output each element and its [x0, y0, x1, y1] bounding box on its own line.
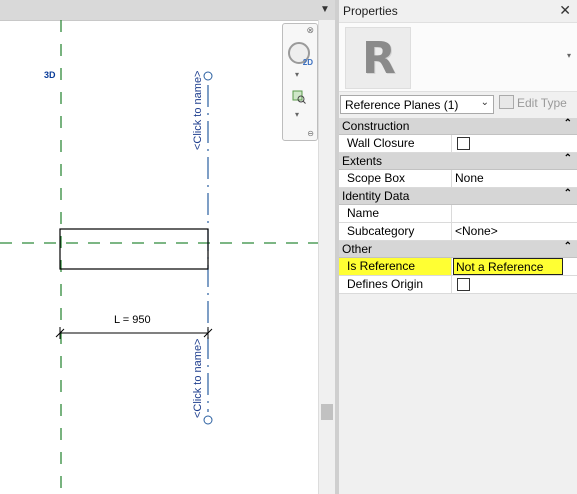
wall-closure-checkbox-cell[interactable]	[453, 135, 563, 152]
edit-type-label: Edit Type	[517, 96, 567, 110]
wall-closure-checkbox[interactable]	[457, 137, 470, 150]
scope-box-value[interactable]: None	[453, 170, 563, 187]
section-label: Construction	[342, 119, 410, 133]
property-row-defines-origin: Defines Origin	[339, 276, 577, 294]
navbar-close-icon[interactable]: ⊗	[306, 25, 314, 36]
subcategory-value[interactable]: <None>	[453, 223, 563, 240]
collapse-icon[interactable]: ⌃	[564, 188, 572, 199]
is-reference-value[interactable]: Not a Reference	[453, 258, 563, 275]
view-3d-label: 3D	[44, 70, 56, 80]
reference-plane-end-top	[203, 71, 213, 81]
property-name: Scope Box	[339, 170, 452, 187]
close-icon[interactable]: ✕	[559, 2, 571, 19]
reference-plane-name-bottom[interactable]: <Click to name>	[192, 339, 204, 418]
property-row-wall-closure: Wall Closure	[339, 135, 577, 153]
property-row-subcategory: Subcategory <None>	[339, 223, 577, 241]
property-name: Subcategory	[339, 223, 452, 240]
property-row-scope-box: Scope Box None	[339, 170, 577, 188]
name-field[interactable]	[453, 205, 563, 222]
properties-grid: Construction ⌃ Wall Closure Extents ⌃ Sc…	[339, 118, 577, 294]
defines-origin-checkbox-cell[interactable]	[453, 276, 563, 293]
steering-wheel-2d-badge: 2D	[302, 58, 313, 67]
drawing-area[interactable]	[0, 20, 318, 494]
canvas-menu-icon[interactable]: ▼	[319, 3, 331, 17]
section-label: Other	[342, 242, 373, 256]
defines-origin-checkbox[interactable]	[457, 278, 470, 291]
zoom-icon[interactable]	[292, 90, 306, 104]
chevron-down-icon[interactable]: ▾	[567, 51, 571, 60]
dimension-label[interactable]: L = 950	[114, 314, 151, 326]
section-construction[interactable]: Construction ⌃	[339, 118, 577, 135]
section-extents[interactable]: Extents ⌃	[339, 153, 577, 170]
edit-type-icon	[499, 95, 514, 109]
collapse-icon[interactable]: ⌃	[564, 118, 572, 129]
category-filter-value: Reference Planes (1)	[345, 98, 459, 112]
properties-palette: Properties ✕ R ▾ Reference Planes (1) ⌄ …	[339, 0, 577, 494]
chevron-down-icon: ⌄	[480, 97, 489, 108]
canvas-title-bar: ▼	[0, 0, 335, 21]
selector-row: Reference Planes (1) ⌄ Edit Type	[339, 93, 577, 117]
steering-wheel-icon[interactable]: 2D	[288, 42, 313, 67]
properties-title: Properties	[343, 4, 398, 18]
section-identity-data[interactable]: Identity Data ⌃	[339, 188, 577, 205]
reference-plane-name-top[interactable]: <Click to name>	[192, 71, 204, 150]
vertical-scrollbar[interactable]	[318, 20, 335, 494]
property-name: Wall Closure	[339, 135, 452, 152]
property-name: Is Reference	[339, 258, 452, 275]
section-other[interactable]: Other ⌃	[339, 241, 577, 258]
edit-type-button[interactable]: Edit Type	[499, 95, 575, 114]
scrollbar-thumb[interactable]	[321, 404, 333, 420]
property-row-name: Name	[339, 205, 577, 223]
steering-wheel-dropdown-icon[interactable]: ▾	[295, 70, 299, 79]
properties-header: Properties ✕	[339, 0, 577, 22]
property-name: Defines Origin	[339, 276, 452, 293]
property-name: Name	[339, 205, 452, 222]
navbar-options-icon[interactable]: ⊖	[307, 129, 314, 138]
category-filter-dropdown[interactable]: Reference Planes (1) ⌄	[340, 95, 494, 114]
navigation-bar: ⊗ 2D ▾ ▾ ⊖	[282, 23, 318, 141]
extrusion-rectangle	[59, 228, 209, 270]
zoom-dropdown-icon[interactable]: ▾	[295, 110, 299, 119]
property-row-is-reference: Is Reference Not a Reference	[339, 258, 577, 276]
section-label: Extents	[342, 154, 383, 168]
drawing-canvas[interactable]: ▼ 3D L = 950 <Click to name> <Click to n…	[0, 0, 335, 494]
type-selector[interactable]: R ▾	[339, 22, 577, 92]
revit-logo-icon: R	[345, 27, 411, 89]
collapse-icon[interactable]: ⌃	[564, 241, 572, 252]
reference-plane-end-bottom	[203, 415, 213, 425]
collapse-icon[interactable]: ⌃	[564, 153, 572, 164]
section-label: Identity Data	[342, 189, 410, 203]
